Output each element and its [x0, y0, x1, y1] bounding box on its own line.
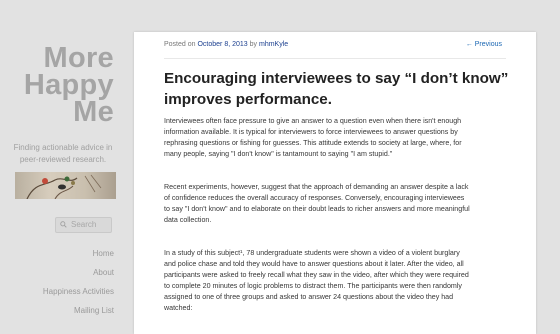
sidebar-nav: Home About Happiness Activities Mailing … [43, 248, 114, 324]
tagline-line: Finding actionable advice in [13, 143, 113, 152]
text-line: information available. It is typical for… [164, 128, 458, 136]
text-line: of confidence reduces the overall accura… [164, 194, 465, 202]
post-meta: Posted on October 8, 2013 by mhmKyle [164, 41, 288, 48]
paragraph-study: In a study of this subject¹, 78 undergra… [164, 248, 534, 314]
previous-post-link[interactable]: ← Previous [466, 41, 502, 48]
meta-by: by [249, 41, 258, 48]
nav-item-home[interactable]: Home [43, 248, 114, 267]
text-line: to say "I don't know" and to elaborate o… [164, 205, 470, 213]
post-author-link[interactable]: mhmKyle [259, 41, 288, 48]
paragraph-experiments: Recent experiments, however, suggest tha… [164, 182, 534, 226]
text-line: participants were asked to freely recall… [164, 271, 469, 279]
header-banner-image [15, 172, 116, 199]
meta-divider [164, 58, 506, 59]
post-content: Posted on October 8, 2013 by mhmKyle ← P… [134, 32, 536, 334]
paragraph-intro: Interviewees often face pressure to give… [164, 116, 534, 160]
nav-item-mailing-list[interactable]: Mailing List [43, 305, 114, 324]
text-line: Recent experiments, however, suggest tha… [164, 183, 469, 191]
sidebar: More Happy Me Finding actionable advice … [0, 0, 134, 334]
site-tagline: Finding actionable advice in peer-review… [8, 142, 118, 166]
banner-illustration [26, 174, 102, 199]
post-title[interactable]: Encouraging interviewees to say “I don’t… [164, 68, 514, 110]
text-line: assigned to one of three groups and aske… [164, 293, 454, 301]
text-line: In a study of this subject¹, 78 undergra… [164, 249, 460, 257]
meta-prefix: Posted on [164, 41, 196, 48]
nav-item-about[interactable]: About [43, 267, 114, 286]
text-line: many people, saying "I don't know" is ta… [164, 150, 393, 158]
site-title-line[interactable]: Me [24, 98, 114, 127]
nav-item-happiness-activities[interactable]: Happiness Activities [43, 286, 114, 305]
text-line: and police chase and told they would hav… [164, 260, 464, 268]
site-title-line[interactable]: More [24, 44, 114, 73]
site-title[interactable]: More Happy Me [24, 44, 114, 127]
search-placeholder: Search [71, 220, 97, 229]
site-title-line[interactable]: Happy [24, 71, 114, 100]
post-title-line[interactable]: Encouraging interviewees to say “I don’t… [164, 68, 514, 89]
tagline-line: peer-reviewed research. [19, 155, 107, 164]
text-line: to complete 20 minutes of logic problems… [164, 282, 462, 290]
text-line: rephrasing questions or fishing for gues… [164, 139, 462, 147]
text-line: watched: [164, 304, 193, 312]
post-title-line[interactable]: improves performance. [164, 89, 514, 110]
search-field[interactable]: Search [55, 217, 112, 233]
post-date-link[interactable]: October 8, 2013 [197, 41, 247, 48]
search-icon [60, 221, 67, 228]
text-line: Interviewees often face pressure to give… [164, 117, 462, 125]
text-line: data collection. [164, 216, 212, 224]
